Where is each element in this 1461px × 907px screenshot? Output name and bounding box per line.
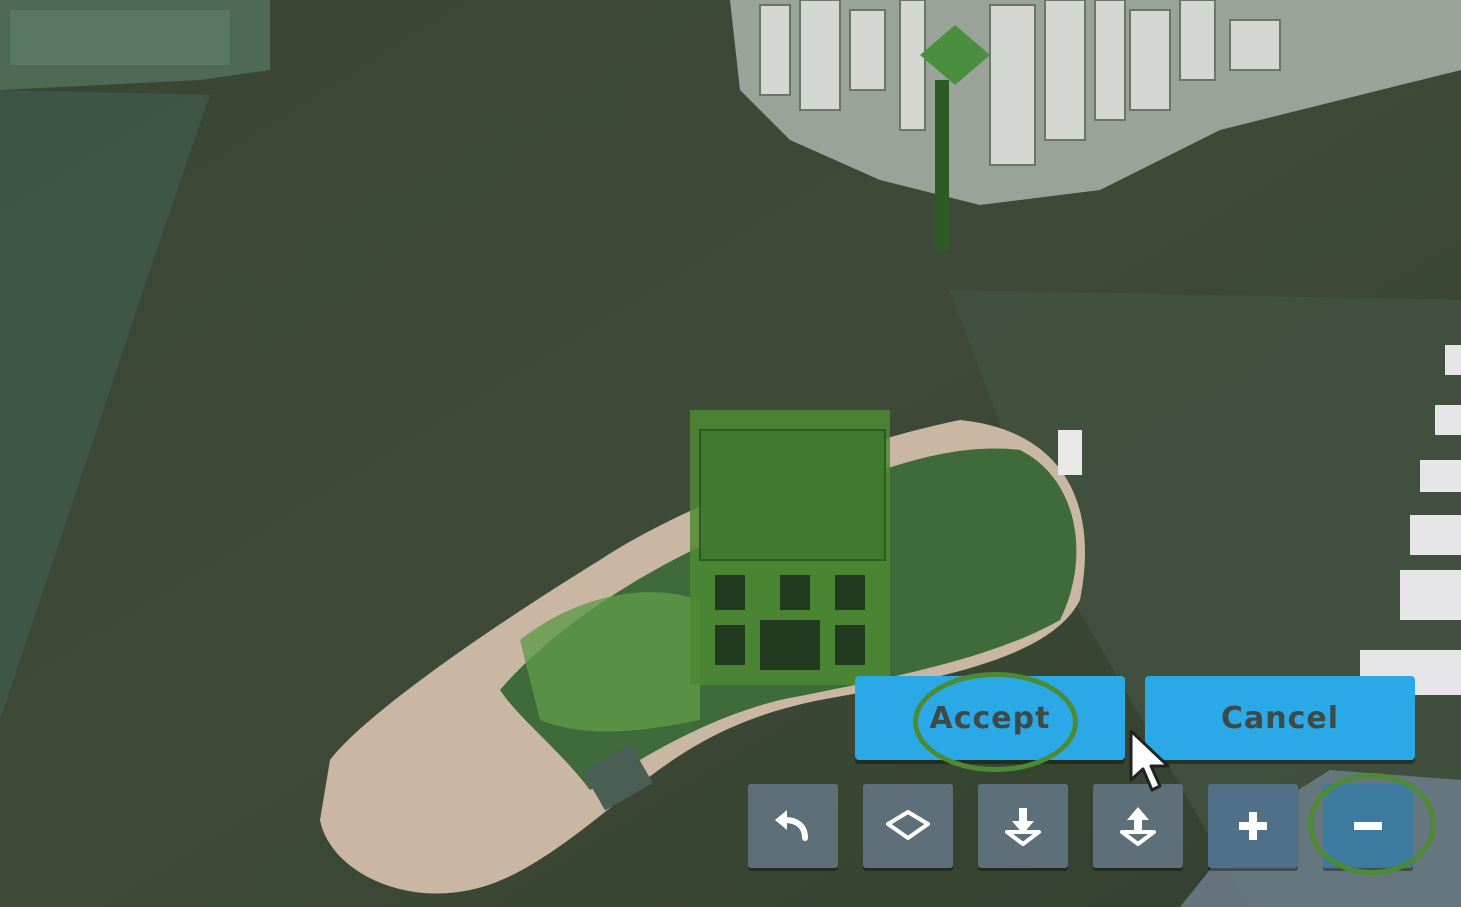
upload-tray-icon bbox=[1120, 807, 1156, 846]
download-tray-icon bbox=[1005, 808, 1041, 846]
selected-building-roof bbox=[699, 429, 886, 561]
map-viewport[interactable] bbox=[0, 0, 1461, 907]
cancel-button[interactable]: Cancel bbox=[1145, 676, 1415, 760]
minus-icon bbox=[1354, 822, 1382, 830]
zoom-in-button[interactable] bbox=[1208, 784, 1298, 868]
export-button[interactable] bbox=[1093, 784, 1183, 868]
marker-pole bbox=[935, 80, 949, 250]
plus-icon bbox=[1239, 812, 1267, 840]
lighthouse-tower bbox=[1058, 430, 1082, 475]
zoom-out-button[interactable] bbox=[1323, 784, 1413, 868]
accept-button[interactable]: Accept bbox=[855, 676, 1125, 760]
eraser-diamond-icon bbox=[886, 810, 930, 840]
undo-button[interactable] bbox=[748, 784, 838, 868]
land-top-left-lots bbox=[10, 10, 230, 65]
erase-button[interactable] bbox=[863, 784, 953, 868]
undo-arrow-icon bbox=[775, 810, 808, 841]
import-button[interactable] bbox=[978, 784, 1068, 868]
